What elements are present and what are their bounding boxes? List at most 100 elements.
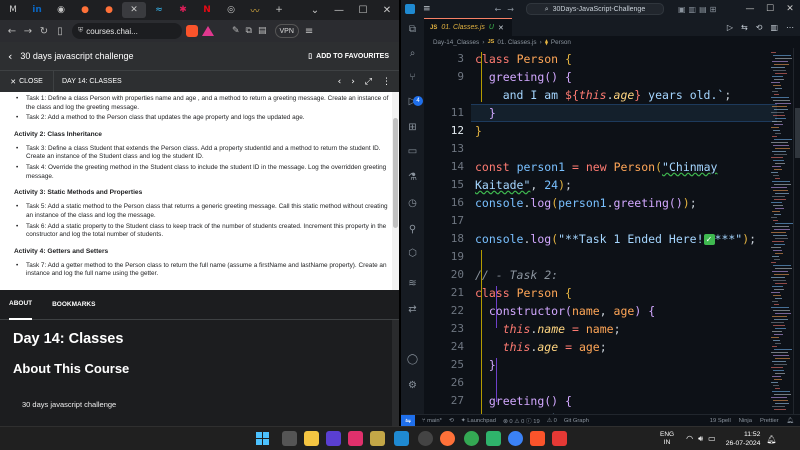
about-scrollbar[interactable]: [392, 320, 399, 426]
scrollbar-thumb[interactable]: [795, 108, 800, 158]
maximize-icon[interactable]: ☐: [760, 4, 780, 14]
timeline-icon[interactable]: ◷: [406, 198, 419, 209]
spell-check-status[interactable]: 19 Spell: [710, 418, 731, 424]
close-icon[interactable]: ✕: [375, 5, 399, 16]
github-desktop-icon[interactable]: [418, 431, 433, 446]
back-arrow-icon[interactable]: ←: [4, 26, 20, 37]
app-icon[interactable]: [486, 431, 501, 446]
tab-netflix-icon[interactable]: N: [196, 2, 218, 18]
tab-bookmarks[interactable]: BOOKMARKS: [52, 301, 95, 308]
app-icon[interactable]: [464, 431, 479, 446]
next-chevron-icon[interactable]: ›: [351, 77, 355, 87]
close-tab-icon[interactable]: ✕: [498, 24, 504, 32]
code-line[interactable]: 24 this.age = age;: [424, 338, 784, 356]
close-lecture-button[interactable]: ✕ CLOSE: [0, 70, 54, 93]
lesson-scrollbar[interactable]: [392, 92, 399, 290]
code-line[interactable]: 14 const person1 = new Person("Chinmay: [424, 158, 784, 176]
code-line[interactable]: 12}: [424, 122, 784, 140]
run-icon[interactable]: ▷: [727, 23, 733, 32]
editor-scrollbar[interactable]: [793, 48, 800, 414]
code-line[interactable]: 11 }: [424, 104, 784, 122]
warning-counter[interactable]: ⚠ 0: [547, 418, 557, 424]
wifi-icon[interactable]: ◠: [686, 434, 693, 444]
remote-indicator-icon[interactable]: ⇋: [401, 414, 415, 426]
tab-tailwind-icon[interactable]: ≈: [148, 2, 170, 18]
breadcrumb-file[interactable]: 01. Classes.js: [497, 39, 536, 46]
vpn-button[interactable]: VPN: [274, 24, 299, 38]
editor-tab-classes[interactable]: JS 01. Classes.js U ✕: [424, 18, 512, 36]
code-line[interactable]: 9 greeting() {: [424, 68, 784, 86]
breadcrumb-symbol[interactable]: Person: [551, 39, 571, 46]
menu-icon[interactable]: ≡: [423, 4, 431, 14]
start-button-icon[interactable]: [256, 432, 269, 445]
back-chevron-icon[interactable]: ‹: [8, 50, 12, 63]
account-icon[interactable]: ◯: [406, 354, 419, 365]
breadcrumb-folder[interactable]: Day-14_Classes: [433, 39, 479, 46]
problems-counter[interactable]: ⊗ 0 ⚠ 0 ⓘ 19: [503, 416, 540, 425]
command-center-search[interactable]: ⌕ 30Days-JavaScript-Challenge: [525, 3, 664, 15]
new-tab-icon[interactable]: +: [268, 2, 290, 18]
app-icon[interactable]: [508, 431, 523, 446]
expand-icon[interactable]: ⤢: [365, 77, 372, 87]
code-line[interactable]: 16 console.log(person1.greeting());: [424, 194, 784, 212]
brave-taskbar-icon[interactable]: [530, 431, 545, 446]
notifications-bell-icon[interactable]: 🔔︎: [787, 418, 794, 424]
more-options-icon[interactable]: ⋮: [382, 77, 391, 87]
source-control-icon[interactable]: ⑂: [406, 72, 419, 83]
code-line[interactable]: 18 console.log("**Task 1 Ended Here! ✓ ***"…: [424, 230, 784, 248]
code-line[interactable]: 26: [424, 374, 784, 392]
close-icon[interactable]: ✕: [780, 4, 800, 14]
tab-mail-icon[interactable]: M: [2, 2, 24, 18]
app-icon[interactable]: [440, 431, 455, 446]
git-lens-icon[interactable]: ⬡: [406, 248, 419, 259]
prettier-status[interactable]: Prettier: [760, 418, 779, 424]
clock[interactable]: 11:52 26-07-2024: [726, 430, 761, 448]
tab-wave-icon[interactable]: 〰: [244, 2, 266, 18]
tab-github-icon[interactable]: ◉: [50, 2, 72, 18]
layout-icons[interactable]: ▣▥▤⊞: [678, 5, 719, 14]
code-line[interactable]: 22 constructor(name, age) {: [424, 302, 784, 320]
tab-firefox-icon[interactable]: ●: [98, 2, 120, 18]
search-icon[interactable]: ⌕: [406, 48, 419, 59]
nav-arrows[interactable]: ←→: [495, 5, 520, 14]
split-editor-icon[interactable]: ▥: [770, 23, 778, 32]
tab-firefox-icon[interactable]: ●: [74, 2, 96, 18]
live-share-icon[interactable]: ⇄: [406, 304, 419, 315]
launchpad-button[interactable]: ✦ Launchpad: [461, 418, 496, 424]
notification-bell-icon[interactable]: 🔔︎: [766, 435, 776, 444]
battery-icon[interactable]: ▭: [708, 434, 716, 444]
chevron-down-icon[interactable]: ⌄: [303, 5, 327, 16]
minimize-icon[interactable]: —: [740, 4, 760, 14]
code-line[interactable]: and I am ${this.age} years old.`;: [424, 86, 784, 104]
code-line[interactable]: 17: [424, 212, 784, 230]
brave-rewards-icon[interactable]: [202, 26, 214, 36]
code-line[interactable]: 21 class Person {: [424, 284, 784, 302]
menu-icon[interactable]: ≡: [305, 26, 313, 37]
forward-arrow-icon[interactable]: →: [20, 26, 36, 37]
code-editor[interactable]: 3 class Person {9 greeting() { and I am $…: [424, 48, 800, 414]
tab-slack-icon[interactable]: ✱: [172, 2, 194, 18]
vscode-taskbar-icon[interactable]: [394, 431, 409, 446]
minimize-icon[interactable]: —: [327, 5, 351, 16]
code-line[interactable]: 19: [424, 248, 784, 266]
tab-linkedin-icon[interactable]: in: [26, 2, 48, 18]
language-indicator[interactable]: ENG IN: [660, 431, 674, 447]
remote-explorer-icon[interactable]: ▭: [406, 146, 419, 157]
git-branch[interactable]: ⑂ main*: [422, 418, 442, 424]
git-graph-button[interactable]: Git Graph: [564, 418, 589, 424]
url-field[interactable]: ⛨ courses.chai...: [72, 23, 182, 39]
settings-gear-icon[interactable]: ⚙: [406, 380, 419, 391]
scrollbar-thumb[interactable]: [393, 118, 398, 228]
extensions-icon[interactable]: ⊞: [406, 122, 419, 133]
previous-chevron-icon[interactable]: ‹: [338, 77, 342, 87]
code-line[interactable]: 15 Kaitade", 24);: [424, 176, 784, 194]
docker-icon[interactable]: ≋: [406, 278, 419, 289]
compare-icon[interactable]: ⇆: [741, 23, 748, 32]
code-line[interactable]: 27 greeting() {: [424, 392, 784, 410]
code-line[interactable]: 25 }: [424, 356, 784, 374]
bookmarks-icon[interactable]: ⚲: [406, 224, 419, 235]
code-line[interactable]: 20 // - Task 2:: [424, 266, 784, 284]
volume-icon[interactable]: 🔊︎: [698, 434, 703, 444]
ninja-status[interactable]: Ninja: [739, 418, 752, 424]
task-view-icon[interactable]: [282, 431, 297, 446]
